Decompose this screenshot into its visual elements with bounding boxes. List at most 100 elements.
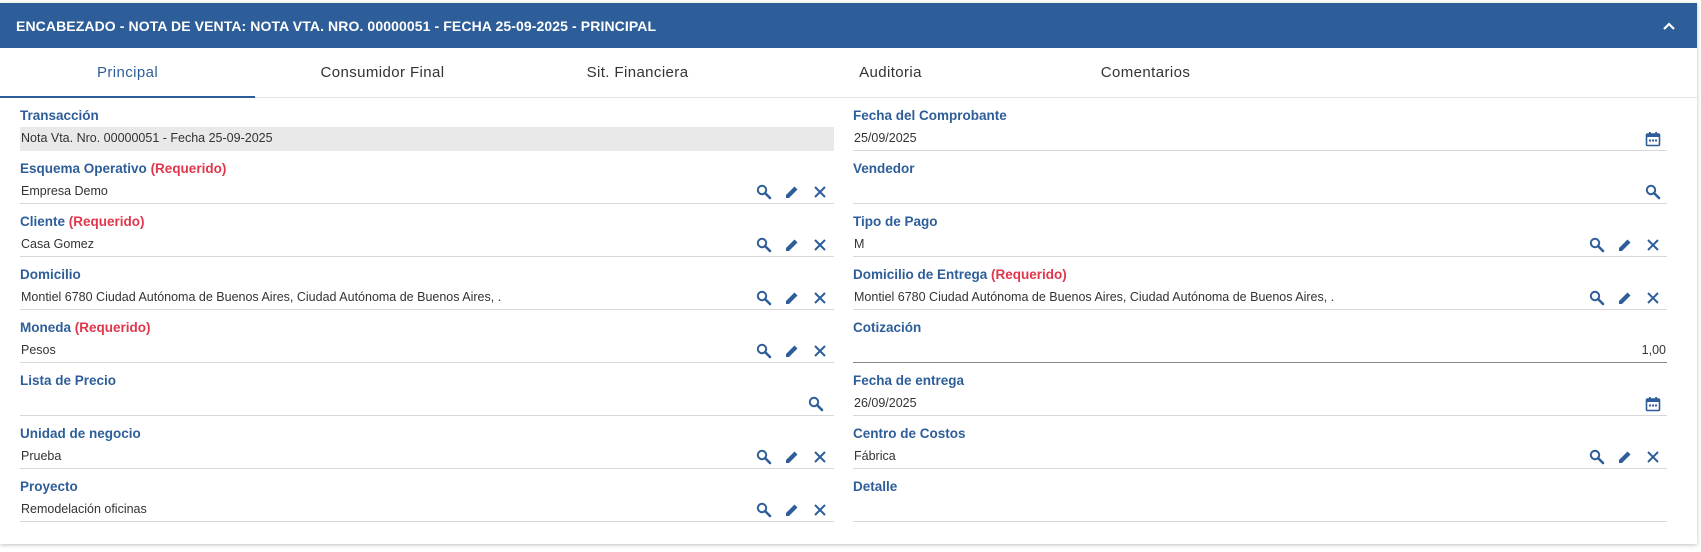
field-value: Empresa Demo [21, 184, 108, 198]
search-icon[interactable] [750, 445, 778, 469]
tab-sit-financiera[interactable]: Sit. Financiera [510, 48, 765, 97]
field-label: Vendedor [853, 161, 915, 176]
close-icon[interactable] [1639, 286, 1667, 310]
domicilio-de-entrega-input[interactable]: Montiel 6780 Ciudad Autónoma de Buenos A… [853, 286, 1667, 310]
esquema-operativo-input[interactable]: Empresa Demo [20, 180, 834, 204]
domicilio-input[interactable]: Montiel 6780 Ciudad Autónoma de Buenos A… [20, 286, 834, 310]
lista-de-precio-input[interactable] [20, 392, 834, 416]
cliente-input[interactable]: Casa Gomez [20, 233, 834, 257]
field-value: Casa Gomez [21, 237, 94, 251]
edit-pencil-icon[interactable] [778, 445, 806, 469]
search-icon[interactable] [750, 339, 778, 363]
search-icon[interactable] [1583, 286, 1611, 310]
edit-pencil-icon[interactable] [1611, 233, 1639, 257]
field-cliente: Cliente (Requerido) Casa Gomez [20, 205, 834, 258]
field-label: Tipo de Pago [853, 214, 938, 229]
field-vendedor: Vendedor [853, 152, 1667, 205]
required-marker: (Requerido) [991, 267, 1067, 282]
edit-pencil-icon[interactable] [778, 180, 806, 204]
required-marker: (Requerido) [150, 161, 227, 176]
chevron-up-icon[interactable] [1657, 14, 1681, 38]
moneda-input[interactable]: Pesos [20, 339, 834, 363]
tab-auditoria[interactable]: Auditoria [763, 48, 1018, 97]
calendar-icon[interactable] [1639, 127, 1667, 151]
close-icon[interactable] [806, 180, 834, 204]
close-icon[interactable] [806, 445, 834, 469]
field-label: Cotización [853, 320, 922, 335]
field-label: Fecha de entrega [853, 373, 965, 388]
field-value: 1,00 [1641, 343, 1666, 357]
field-label: Cliente [20, 214, 66, 229]
search-icon[interactable] [750, 233, 778, 257]
field-label: Transacción [20, 108, 99, 123]
field-lista-de-precio: Lista de Precio [20, 364, 834, 417]
field-domicilio-de-entrega: Domicilio de Entrega (Requerido) Montiel… [853, 258, 1667, 311]
encabezado-panel: ENCABEZADO - NOTA DE VENTA: NOTA VTA. NR… [0, 3, 1697, 544]
tab-principal[interactable]: Principal [0, 48, 255, 98]
field-value: Montiel 6780 Ciudad Autónoma de Buenos A… [854, 290, 1335, 304]
search-icon[interactable] [1583, 445, 1611, 469]
field-tipo-de-pago: Tipo de Pago M [853, 205, 1667, 258]
edit-pencil-icon[interactable] [778, 286, 806, 310]
field-fecha-de-entrega: Fecha de entrega 26/09/2025 [853, 364, 1667, 417]
field-label: Fecha del Comprobante [853, 108, 1007, 123]
close-icon[interactable] [1639, 233, 1667, 257]
search-icon[interactable] [750, 498, 778, 522]
field-label: Centro de Costos [853, 426, 966, 441]
transaccion-input: Nota Vta. Nro. 00000051 - Fecha 25-09-20… [20, 127, 834, 151]
search-icon[interactable] [1583, 233, 1611, 257]
field-moneda: Moneda (Requerido) Pesos [20, 311, 834, 364]
field-value: M [854, 237, 865, 251]
field-unidad-de-negocio: Unidad de negocio Prueba [20, 417, 834, 470]
centro-de-costos-input[interactable]: Fábrica [853, 445, 1667, 469]
close-icon[interactable] [806, 498, 834, 522]
field-value: Pesos [21, 343, 56, 357]
tab-consumidor-final[interactable]: Consumidor Final [255, 48, 510, 97]
field-value: 25/09/2025 [854, 131, 917, 145]
edit-pencil-icon[interactable] [778, 339, 806, 363]
field-transaccion: Transacción Nota Vta. Nro. 00000051 - Fe… [20, 99, 834, 152]
edit-pencil-icon[interactable] [778, 498, 806, 522]
field-label: Domicilio [20, 267, 81, 282]
field-value: Prueba [21, 449, 62, 463]
field-label: Detalle [853, 479, 898, 494]
close-icon[interactable] [806, 286, 834, 310]
tipo-de-pago-input[interactable]: M [853, 233, 1667, 257]
field-esquema-operativo: Esquema Operativo (Requerido) Empresa De… [20, 152, 834, 205]
field-domicilio: Domicilio Montiel 6780 Ciudad Autónoma d… [20, 258, 834, 311]
field-fecha-del-comprobante: Fecha del Comprobante 25/09/2025 [853, 99, 1667, 152]
fecha-de-entrega-input[interactable]: 26/09/2025 [853, 392, 1667, 416]
edit-pencil-icon[interactable] [1611, 286, 1639, 310]
search-icon[interactable] [1639, 180, 1667, 204]
panel-header[interactable]: ENCABEZADO - NOTA DE VENTA: NOTA VTA. NR… [0, 3, 1697, 48]
close-icon[interactable] [806, 233, 834, 257]
search-icon[interactable] [750, 180, 778, 204]
search-icon[interactable] [750, 286, 778, 310]
field-cotizacion: Cotización 1,00 [853, 311, 1667, 364]
edit-pencil-icon[interactable] [1611, 445, 1639, 469]
field-detalle: Detalle [853, 470, 1667, 523]
unidad-de-negocio-input[interactable]: Prueba [20, 445, 834, 469]
search-icon[interactable] [802, 392, 830, 416]
close-icon[interactable] [1639, 445, 1667, 469]
field-value: Montiel 6780 Ciudad Autónoma de Buenos A… [21, 290, 502, 304]
required-marker: (Requerido) [68, 214, 145, 229]
fecha-comprobante-input[interactable]: 25/09/2025 [853, 127, 1667, 151]
cotizacion-input[interactable]: 1,00 [853, 339, 1667, 363]
field-label: Proyecto [20, 479, 78, 494]
field-value: Fábrica [854, 449, 896, 463]
vendedor-input[interactable] [853, 180, 1667, 204]
required-marker: (Requerido) [74, 320, 151, 335]
field-proyecto: Proyecto Remodelación oficinas [20, 470, 834, 523]
detalle-input[interactable] [853, 498, 1667, 522]
edit-pencil-icon[interactable] [778, 233, 806, 257]
field-label: Moneda [20, 320, 72, 335]
tab-comentarios[interactable]: Comentarios [1018, 48, 1273, 97]
tab-bar: Principal Consumidor Final Sit. Financie… [0, 48, 1697, 98]
field-label: Domicilio de Entrega [853, 267, 988, 282]
close-icon[interactable] [806, 339, 834, 363]
panel-title: ENCABEZADO - NOTA DE VENTA: NOTA VTA. NR… [16, 17, 657, 34]
proyecto-input[interactable]: Remodelación oficinas [20, 498, 834, 522]
calendar-icon[interactable] [1639, 392, 1667, 416]
field-label: Esquema Operativo [20, 161, 147, 176]
